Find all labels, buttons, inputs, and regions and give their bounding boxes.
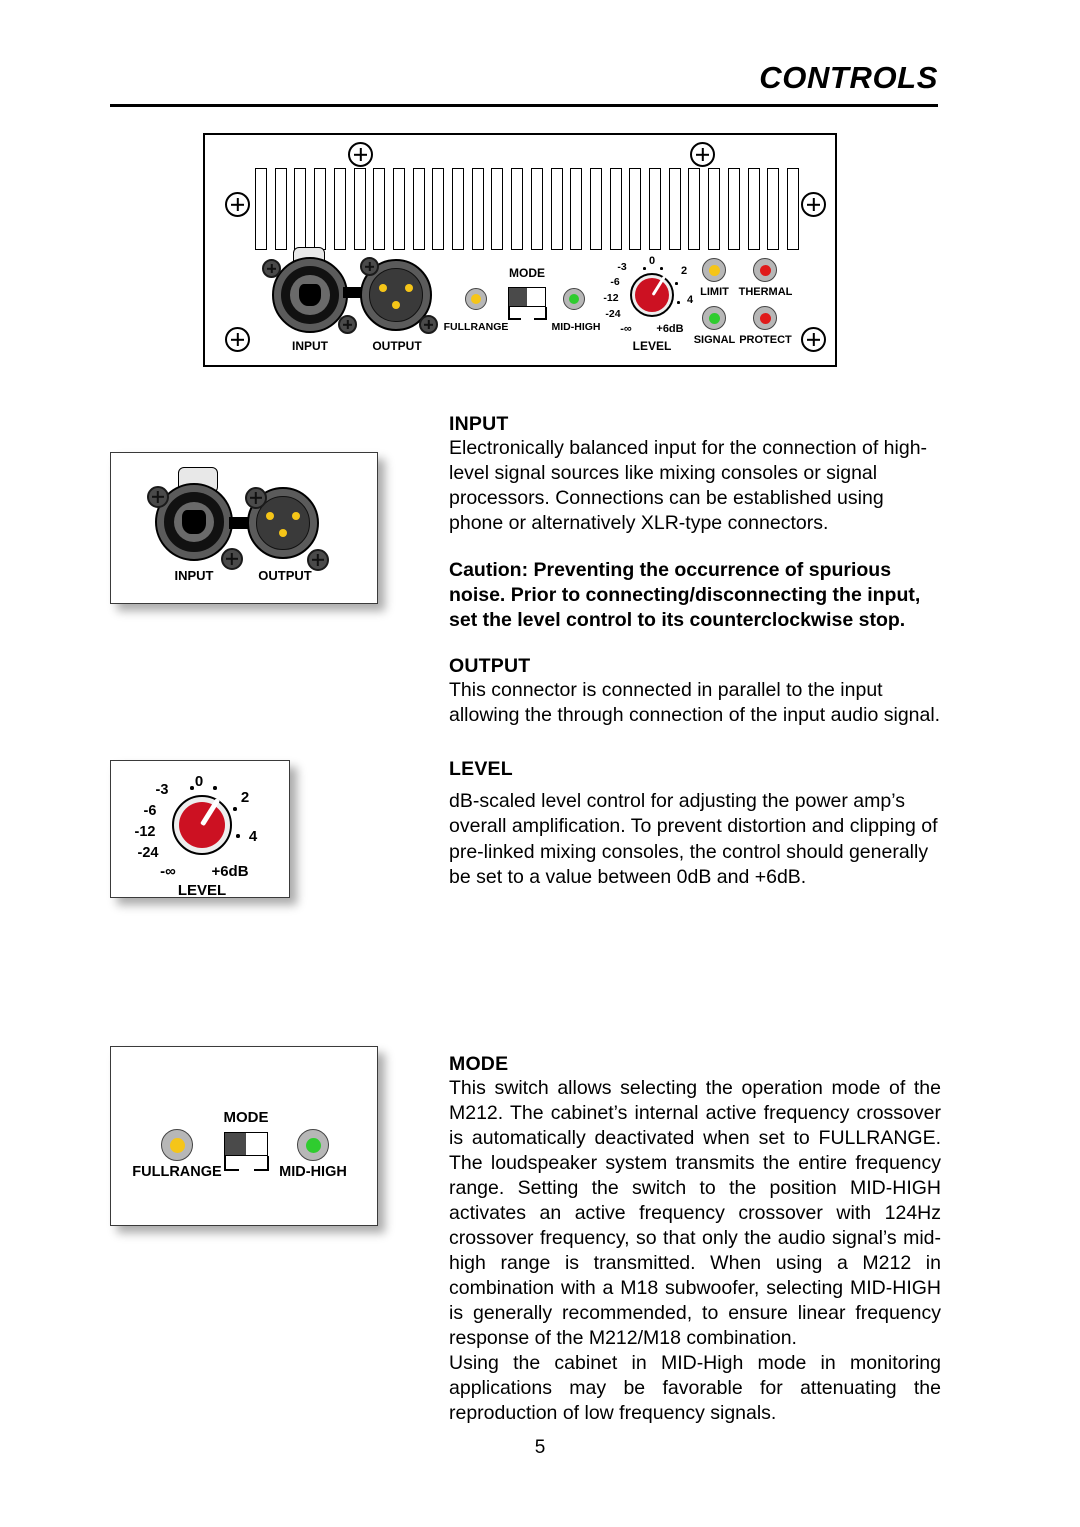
level-scale-minus12: -12 (134, 824, 156, 840)
section-heading-output: OUTPUT (449, 655, 531, 678)
level-scale-minus24: -24 (137, 845, 159, 861)
section-heading-level: LEVEL (449, 758, 513, 781)
panel-screw-icon (348, 142, 373, 167)
fullrange-label: FULLRANGE (132, 1164, 222, 1180)
mode-bracket-right (254, 1156, 269, 1171)
mode-switch-title: MODE (509, 266, 545, 280)
page-number: 5 (534, 1437, 546, 1458)
page-header: CONTROLS (110, 60, 938, 107)
section-heading-mode: MODE (449, 1052, 509, 1075)
panel-screw-icon (338, 315, 357, 334)
section-body-input: Electronically balanced input for the co… (449, 437, 928, 535)
section-body-mode-part1: This switch allows selecting the operati… (449, 1076, 941, 1350)
body-text-column: INPUT Electronically balanced input for … (449, 413, 941, 1426)
level-scale-minus24: -24 (605, 308, 621, 320)
level-scale-2: 2 (680, 265, 688, 277)
output-connector-label: OUTPUT (258, 568, 312, 583)
midhigh-label: MID-HIGH (279, 1164, 347, 1180)
header-divider (110, 103, 938, 107)
midhigh-led-icon (297, 1129, 329, 1161)
panel-screw-icon (801, 327, 826, 352)
mode-bracket-left (508, 307, 521, 320)
level-knob-caption: LEVEL (177, 882, 227, 899)
mode-bracket-left (224, 1156, 239, 1171)
signal-led-icon (702, 306, 726, 330)
section-body-level: dB-scaled level control for adjusting th… (449, 790, 938, 888)
level-scale-minus3: -3 (155, 782, 169, 798)
level-scale-minus12: -12 (603, 292, 619, 304)
panel-screw-icon (147, 486, 169, 508)
panel-screw-icon (360, 257, 379, 276)
fullrange-led-icon (161, 1129, 193, 1161)
input-connector-label: INPUT (292, 339, 328, 353)
output-connector-label: OUTPUT (372, 339, 422, 353)
fullrange-label: FULLRANGE (443, 321, 509, 333)
amplifier-panel-diagram: INPUT OUTPUT MODE FULLRANGE MID-HIGH 0 -… (203, 133, 837, 367)
protect-label: PROTECT (739, 334, 792, 346)
panel-screw-icon (245, 487, 267, 509)
level-scale-minus6: -6 (610, 276, 620, 288)
level-knob-caption: LEVEL (632, 339, 672, 353)
level-scale-minus6: -6 (143, 803, 157, 819)
level-scale-minus-inf: -∞ (620, 323, 632, 335)
level-scale-plus6db: +6dB (211, 863, 249, 880)
section-body-mode-part2: Using the cabinet in MID-High mode in mo… (449, 1352, 941, 1425)
panel-screw-icon (262, 259, 281, 278)
panel-screw-icon (225, 327, 250, 352)
panel-screw-icon (419, 315, 438, 334)
panel-screw-icon (221, 548, 243, 570)
protect-led-icon (753, 306, 777, 330)
level-scale-4: 4 (248, 828, 258, 845)
section-body-output: This connector is connected in parallel … (449, 679, 941, 727)
limit-led-icon (702, 258, 726, 282)
level-scale-minus3: -3 (617, 261, 627, 273)
panel-screw-icon (801, 192, 826, 217)
panel-screw-icon (225, 192, 250, 217)
section-heading-input: INPUT (449, 413, 509, 435)
thermal-label: THERMAL (738, 286, 793, 298)
thermal-led-icon (753, 258, 777, 282)
figure-mode-switch: MODE FULLRANGE MID-HIGH (110, 1046, 378, 1226)
level-scale-minus-inf: -∞ (160, 863, 176, 880)
heatsink-fins (255, 168, 799, 250)
mode-switch-control[interactable] (224, 1132, 268, 1156)
input-connector-icon (272, 257, 348, 333)
caution-text: Caution: Preventing the occurrence of sp… (449, 559, 921, 632)
page-title: CONTROLS (759, 60, 938, 95)
mode-bracket-right (534, 307, 547, 320)
mode-switch-control[interactable] (508, 287, 546, 307)
midhigh-led-icon (563, 288, 585, 310)
mode-switch-title: MODE (223, 1109, 269, 1126)
level-scale-0: 0 (194, 773, 204, 790)
section-caution-input: Caution: Preventing the occurrence of sp… (449, 558, 941, 633)
figure-level-knob: 0 -3 -6 -12 -24 -∞ 2 4 +6dB LEVEL (110, 760, 290, 899)
panel-screw-icon (690, 142, 715, 167)
fullrange-led-icon (465, 288, 487, 310)
level-scale-0: 0 (648, 255, 656, 267)
midhigh-label: MID-HIGH (551, 321, 601, 333)
figure-connectors: INPUT OUTPUT (110, 452, 378, 604)
input-connector-label: INPUT (174, 568, 214, 583)
level-scale-2: 2 (240, 789, 250, 806)
